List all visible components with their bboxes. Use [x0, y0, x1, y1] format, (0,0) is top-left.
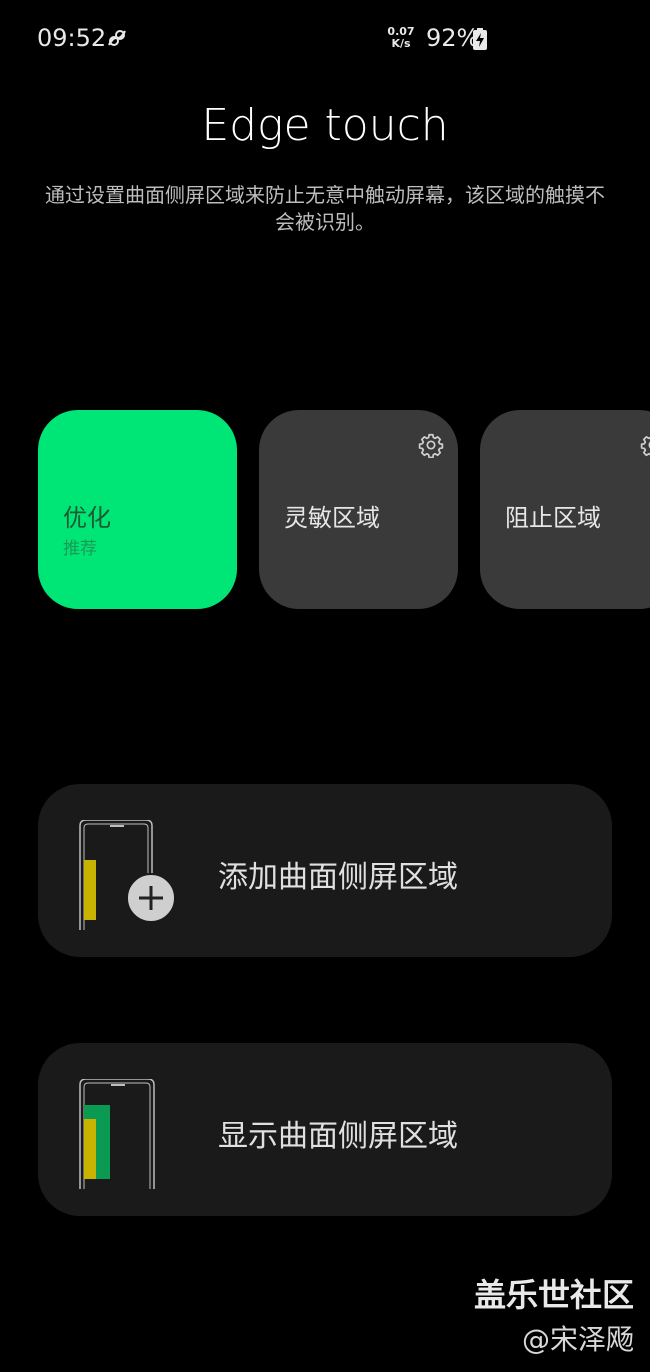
mode-optimized-card[interactable]: 优化 推荐	[38, 410, 237, 609]
mode-blocked-area-card[interactable]: 阻止区域	[480, 410, 650, 609]
status-time: 09:52	[37, 24, 107, 52]
status-bar: 09:52 0.07 K/s 92%	[0, 0, 650, 80]
page-title: Edge touch	[201, 100, 449, 151]
gear-icon[interactable]	[418, 432, 444, 458]
network-speed: 0.07 K/s	[386, 26, 416, 50]
mode-sensitive-area-label: 灵敏区域	[284, 504, 380, 532]
gear-icon[interactable]	[640, 432, 650, 458]
battery-charging-icon	[473, 28, 487, 50]
show-edge-area-label: 显示曲面侧屏区域	[218, 1119, 458, 1154]
add-edge-area-button[interactable]: 添加曲面侧屏区域	[38, 784, 612, 957]
battery-percentage: 92%	[426, 24, 480, 52]
mode-optimized-label: 优化	[63, 504, 111, 532]
watermark-author: @宋泽飏	[521, 1323, 634, 1356]
phone-add-area-illustration	[79, 820, 176, 930]
network-speed-unit: K/s	[391, 37, 411, 50]
watermark-community: 盖乐世社区	[473, 1276, 634, 1314]
add-edge-area-label: 添加曲面侧屏区域	[218, 860, 458, 895]
mode-blocked-area-label: 阻止区域	[505, 504, 601, 532]
show-edge-area-button[interactable]: 显示曲面侧屏区域	[38, 1043, 612, 1216]
mode-optimized-sub: 推荐	[63, 539, 97, 559]
link-icon	[108, 30, 126, 46]
phone-show-area-illustration	[79, 1079, 155, 1189]
mode-sensitive-area-card[interactable]: 灵敏区域	[259, 410, 458, 609]
page-description: 通过设置曲面侧屏区域来防止无意中触动屏幕，该区域的触摸不会被识别。	[45, 183, 605, 234]
